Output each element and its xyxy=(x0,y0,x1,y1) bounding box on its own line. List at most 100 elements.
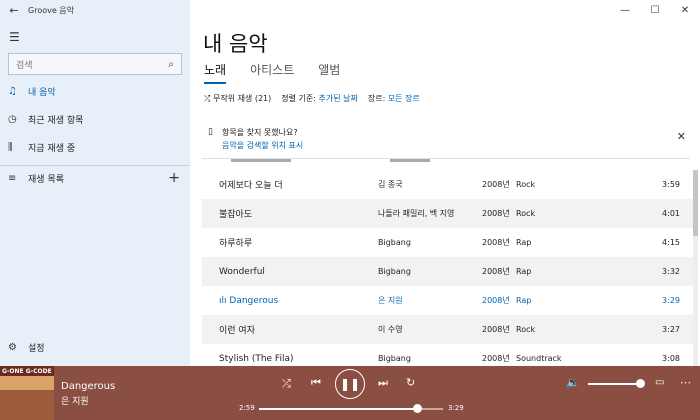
song-artist[interactable]: 김 종국 xyxy=(378,179,403,190)
song-row[interactable]: Wonderful Bigbang 2008년 Rap 3:32 xyxy=(202,257,694,286)
previous-icon[interactable]: ⏮ xyxy=(311,376,321,390)
sidebar-divider xyxy=(0,165,190,166)
sort-label: 정렬 기준: xyxy=(281,94,316,103)
song-year: 2008년 xyxy=(482,296,510,305)
current-time: 2:59 xyxy=(239,404,255,412)
song-row[interactable]: 이런 여자 이 수영 2008년 Rock 3:27 xyxy=(202,315,694,344)
album-art-text: G-ONE G-CODE xyxy=(2,368,52,375)
search-input[interactable]: 검색 xyxy=(16,58,33,71)
sidebar-item-settings[interactable]: ⚙ 설정 xyxy=(0,337,190,357)
search-box[interactable]: 검색 ⌕ xyxy=(8,53,182,75)
shuffle-icon[interactable]: ⤮ xyxy=(282,377,291,391)
genre-label: 장르: xyxy=(367,94,386,103)
more-options-icon[interactable]: ⋯ xyxy=(680,376,691,389)
sidebar-item-my-music[interactable]: ♫ 내 음악 xyxy=(0,81,190,101)
mini-view-icon[interactable]: ▭ xyxy=(655,377,664,388)
partial-row xyxy=(202,159,694,168)
maximize-button[interactable]: ☐ xyxy=(640,0,670,20)
search-icon[interactable]: ⌕ xyxy=(168,59,174,70)
repeat-icon[interactable]: ↻ xyxy=(406,376,415,389)
sidebar-item-label: 최근 재생 항목 xyxy=(28,115,84,126)
hamburger-icon[interactable]: ☰ xyxy=(9,30,20,44)
song-genre: Rap xyxy=(516,238,532,247)
song-year: 2008년 xyxy=(482,238,510,247)
sidebar-item-playlists[interactable]: ≡ 재생 목록 + xyxy=(0,168,190,188)
song-year: 2008년 xyxy=(482,325,510,334)
song-duration: 3:29 xyxy=(662,296,680,305)
song-duration: 4:01 xyxy=(662,209,680,218)
tab-albums[interactable]: 앨범 xyxy=(318,61,340,82)
volume-slider-fill xyxy=(588,383,640,385)
shuffle-icon: ⤮ xyxy=(204,94,211,103)
genre-value[interactable]: 모든 장르 xyxy=(388,94,420,103)
seek-bar-thumb[interactable] xyxy=(412,404,422,413)
song-artist[interactable]: 나돌라 패밀리, 백 지영 xyxy=(378,208,454,219)
song-list: 어제보다 오늘 더 김 종국 2008년 Rock 3:59 불잡아도 나돌라 … xyxy=(202,170,694,373)
seek-bar-fill xyxy=(259,408,418,410)
volume-slider[interactable] xyxy=(588,379,645,388)
cut-off-text xyxy=(231,159,291,162)
sidebar-item-now-playing[interactable]: ⫼ 지금 재생 중 xyxy=(0,137,190,157)
clock-icon: ◷ xyxy=(8,113,17,125)
song-row[interactable]: 불잡아도 나돌라 패밀리, 백 지영 2008년 Rock 4:01 xyxy=(202,199,694,228)
seek-bar[interactable] xyxy=(259,404,443,413)
close-button[interactable]: ✕ xyxy=(670,0,700,20)
sidebar-item-label: 설정 xyxy=(28,343,45,354)
filter-bar: ⤮ 무작위 재생 (21) 정렬 기준: 추가된 날짜 장르: 모든 장르 xyxy=(204,93,420,104)
song-duration: 4:15 xyxy=(662,238,680,247)
sort-value[interactable]: 추가된 날짜 xyxy=(319,94,358,103)
player-bar: G-ONE G-CODE Dangerous 은 지원 ⤮ ⏮ ❚❚ ⏭ ↻ 2… xyxy=(0,366,700,420)
song-genre: Rock xyxy=(516,209,536,218)
playlist-icon: ≡ xyxy=(8,172,17,184)
song-artist[interactable]: Bigbang xyxy=(378,267,411,276)
minimize-button[interactable]: — xyxy=(610,0,640,20)
now-playing-title[interactable]: Dangerous xyxy=(61,381,115,392)
tab-songs[interactable]: 노래 xyxy=(204,61,227,84)
now-playing-artist[interactable]: 은 지원 xyxy=(61,394,89,407)
pause-icon: ❚❚ xyxy=(339,377,361,391)
song-artist[interactable]: 은 지원 xyxy=(378,295,403,306)
add-playlist-button[interactable]: + xyxy=(168,170,180,186)
music-note-icon: ♫ xyxy=(8,85,17,97)
main-content: 내 음악 노래 아티스트 앨범 ⤮ 무작위 재생 (21) 정렬 기준: 추가된… xyxy=(190,20,700,366)
song-title: 어제보다 오늘 더 xyxy=(219,181,283,191)
album-art-band xyxy=(0,390,54,420)
tab-artists[interactable]: 아티스트 xyxy=(250,61,294,82)
song-genre: Rock xyxy=(516,180,536,189)
album-art[interactable]: G-ONE G-CODE xyxy=(0,366,54,420)
next-icon[interactable]: ⏭ xyxy=(378,376,388,390)
volume-slider-thumb[interactable] xyxy=(635,379,645,388)
song-row[interactable]: 어제보다 오늘 더 김 종국 2008년 Rock 3:59 xyxy=(202,170,694,199)
volume-icon[interactable]: 🔈 xyxy=(566,376,580,389)
song-genre: Rock xyxy=(516,325,536,334)
gear-icon: ⚙ xyxy=(8,341,17,353)
song-title: Stylish (The Fila) xyxy=(219,353,294,364)
song-genre: Rap xyxy=(516,267,532,276)
song-year: 2008년 xyxy=(482,354,510,363)
song-title: ılı Dangerous xyxy=(219,296,278,306)
song-artist[interactable]: Bigbang xyxy=(378,354,411,363)
sidebar-item-recent[interactable]: ◷ 최근 재생 항목 xyxy=(0,109,190,129)
tab-bar: 노래 아티스트 앨범 xyxy=(204,61,340,84)
song-duration: 3:27 xyxy=(662,325,680,334)
scrollbar[interactable] xyxy=(693,170,698,366)
song-year: 2008년 xyxy=(482,209,510,218)
page-title: 내 음악 xyxy=(203,32,268,56)
back-icon[interactable]: ← xyxy=(0,4,28,17)
song-artist[interactable]: Bigbang xyxy=(378,238,411,247)
phone-icon: ▯ xyxy=(208,127,213,137)
song-row-playing[interactable]: ılı Dangerous 은 지원 2008년 Rap 3:29 xyxy=(202,286,694,315)
cut-off-text xyxy=(390,159,430,162)
dismiss-notice-icon[interactable]: ✕ xyxy=(677,130,686,143)
bars-icon: ⫼ xyxy=(8,141,13,153)
sort-control[interactable]: 정렬 기준: 추가된 날짜 xyxy=(281,93,358,104)
show-locations-link[interactable]: 음악을 검색할 위치 표시 xyxy=(222,140,303,151)
pause-button[interactable]: ❚❚ xyxy=(335,369,365,399)
shuffle-button[interactable]: ⤮ 무작위 재생 (21) xyxy=(204,93,271,104)
song-title: 불잡아도 xyxy=(219,210,253,220)
genre-control[interactable]: 장르: 모든 장르 xyxy=(368,93,420,104)
song-row[interactable]: 하루하루 Bigbang 2008년 Rap 4:15 xyxy=(202,228,694,257)
song-artist[interactable]: 이 수영 xyxy=(378,324,403,335)
scrollbar-thumb[interactable] xyxy=(693,170,698,236)
song-title: 하루하루 xyxy=(219,239,253,249)
